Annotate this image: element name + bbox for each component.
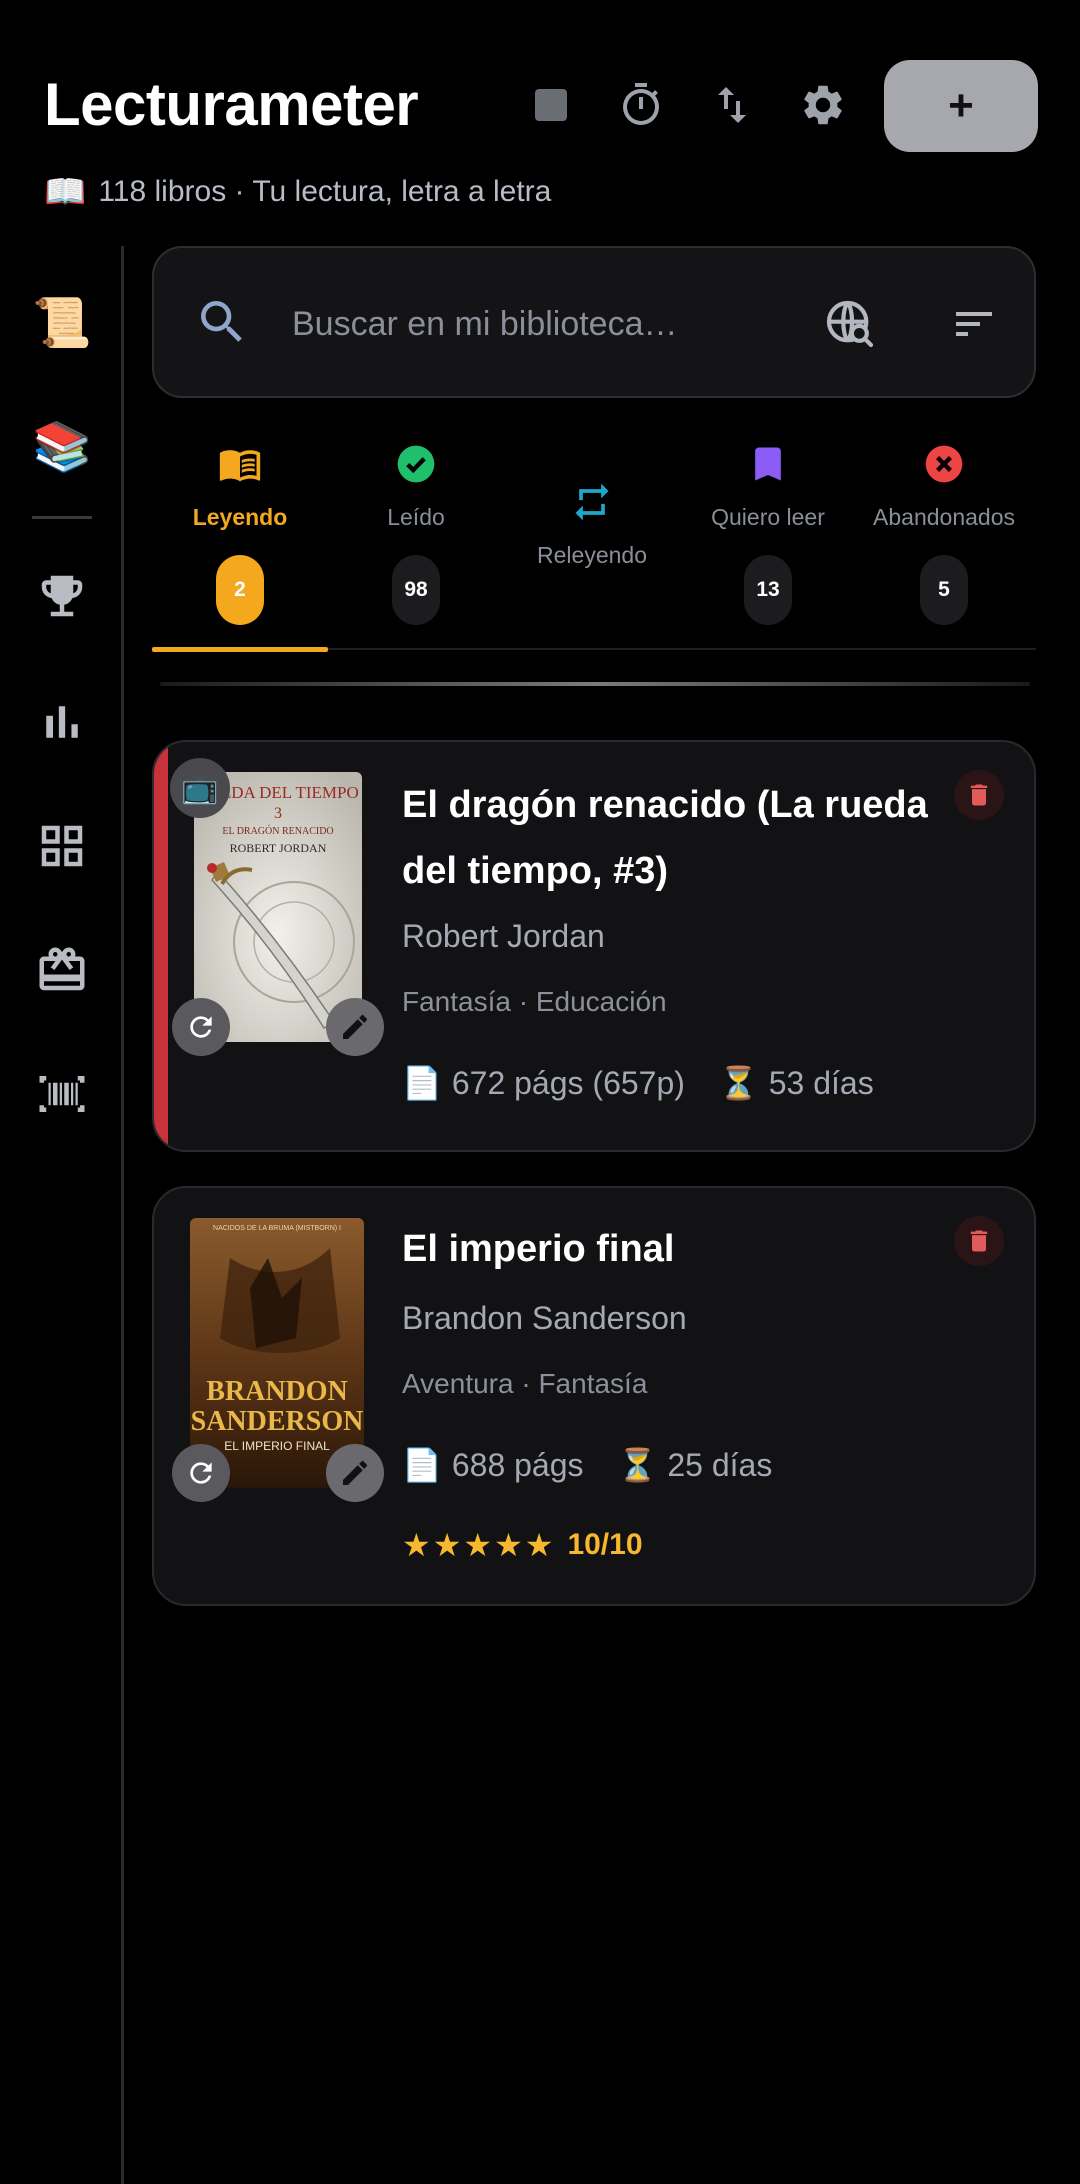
book-meta: 📄 672 págs (657p) ⏳ 53 días (402, 1064, 874, 1102)
tab-label: Leyendo (192, 504, 288, 530)
cover-author-last: SANDERSON (191, 1406, 364, 1437)
refresh-icon (190, 1016, 212, 1038)
repeat-icon (568, 478, 616, 526)
cover-title: EL IMPERIO FINAL (224, 1439, 330, 1453)
swap-vertical-icon[interactable] (703, 76, 761, 134)
tab-quiero-leer[interactable]: Quiero leer 13 (680, 432, 856, 650)
x-circle-icon (920, 440, 968, 488)
pages-info: 📄 672 págs (657p) (402, 1064, 685, 1102)
sidebar: 📜 📚 (0, 246, 124, 2184)
rating-score: 10/10 (567, 1528, 643, 1561)
refresh-icon (190, 1462, 212, 1484)
book-author: Robert Jordan (402, 918, 605, 954)
check-circle-icon (392, 440, 440, 488)
subtitle: 📖 118 libros · Tu lectura, letra a letra (44, 172, 551, 212)
edit-button[interactable] (326, 1444, 384, 1502)
days-text: 53 días (768, 1064, 874, 1101)
subtitle-text: 118 libros · Tu lectura, letra a letra (98, 175, 552, 208)
days-info: ⏳ 53 días (719, 1064, 874, 1102)
reread-button[interactable] (172, 998, 230, 1056)
star-icons: ★★★★★ (402, 1527, 556, 1563)
book-author: Brandon Sanderson (402, 1300, 687, 1336)
days-text: 25 días (667, 1446, 773, 1483)
book-card[interactable]: NACIDOS DE LA BRUMA (MISTBORN) I BRANDON… (152, 1186, 1036, 1606)
book-title: El imperio final (402, 1228, 675, 1270)
trash-icon (970, 1230, 988, 1252)
timer-icon[interactable] (612, 76, 670, 134)
delete-button[interactable] (954, 1216, 1004, 1266)
delete-button[interactable] (954, 770, 1004, 820)
tab-count-badge: 2 (216, 555, 264, 625)
book-title: El dragón renacido (La rueda del tiempo,… (402, 784, 928, 892)
tab-count-badge: 98 (392, 555, 440, 625)
tv-adaptation-badge[interactable]: 📺 (170, 758, 230, 818)
reread-button[interactable] (172, 1444, 230, 1502)
tab-leyendo[interactable]: Leyendo 2 (152, 432, 328, 652)
pages-text: 688 págs (451, 1446, 584, 1483)
trash-icon (970, 784, 988, 806)
open-book-icon: 📖 (44, 173, 87, 211)
edit-button[interactable] (326, 998, 384, 1056)
scroll-icon[interactable]: 📜 (32, 292, 92, 352)
search-input[interactable] (292, 298, 742, 350)
search-icon (194, 294, 250, 350)
loading-divider (160, 682, 1030, 686)
cover-author: ROBERT JORDAN (230, 841, 327, 855)
search-bar (152, 246, 1036, 398)
page-icon: 📄 (402, 1447, 442, 1483)
cover-series: NACIDOS DE LA BRUMA (MISTBORN) I (213, 1225, 341, 1232)
tab-label: Quiero leer (711, 504, 825, 530)
status-tabs: Leyendo 2 Leído 98 Releyendo Quiero leer… (152, 432, 1036, 652)
book-cover[interactable]: RUEDA DEL TIEMPO 3 EL DRAGÓN RENACIDO RO… (194, 772, 362, 1042)
barcode-icon[interactable] (32, 1064, 92, 1124)
card-accent-bar (154, 742, 168, 1150)
app-header: Lecturameter + 📖 118 libros · Tu lectura… (0, 0, 1080, 240)
gift-icon[interactable] (32, 940, 92, 1000)
bookmark-icon (744, 440, 792, 488)
tab-label: Leído (387, 504, 445, 530)
tab-leido[interactable]: Leído 98 (328, 432, 504, 650)
books-emoji: 📚 (32, 420, 92, 474)
app-title: Lecturameter (44, 71, 419, 138)
web-search-icon[interactable] (822, 296, 878, 352)
days-info: ⏳ 25 días (618, 1446, 773, 1484)
tab-label: Releyendo (537, 542, 647, 568)
sidebar-divider (32, 516, 92, 519)
tab-label: Abandonados (873, 504, 1015, 530)
books-icon[interactable]: 📚 (32, 416, 92, 476)
page-icon: 📄 (402, 1065, 442, 1101)
cover-subtitle: EL DRAGÓN RENACIDO (222, 825, 333, 837)
book-genres: Aventura · Fantasía (402, 1368, 648, 1399)
scroll-emoji: 📜 (32, 296, 92, 350)
add-book-button[interactable]: + (884, 60, 1038, 152)
stop-icon[interactable] (522, 76, 580, 134)
pages-info: 📄 688 págs (402, 1446, 584, 1484)
grid-icon[interactable] (32, 816, 92, 876)
pencil-icon (343, 1014, 368, 1039)
pages-text: 672 págs (657p) (451, 1064, 685, 1101)
tab-count-badge: 13 (744, 555, 792, 625)
tab-abandonados[interactable]: Abandonados 5 (856, 432, 1032, 650)
pencil-icon (343, 1460, 368, 1485)
cover-author-first: BRANDON (206, 1376, 348, 1407)
bar-chart-icon[interactable] (32, 692, 92, 752)
cover-number: 3 (274, 805, 282, 822)
book-rating: ★★★★★ 10/10 (402, 1526, 643, 1564)
sort-icon[interactable] (950, 300, 998, 348)
tab-releyendo[interactable]: Releyendo (504, 432, 680, 650)
gear-icon[interactable] (794, 76, 852, 134)
book-card[interactable]: RUEDA DEL TIEMPO 3 EL DRAGÓN RENACIDO RO… (152, 740, 1036, 1152)
active-tab-indicator (152, 647, 328, 652)
book-genres: Fantasía · Educación (402, 986, 667, 1017)
tab-count-badge: 5 (920, 555, 968, 625)
hourglass-icon: ⏳ (718, 1065, 759, 1101)
hourglass-icon: ⏳ (617, 1447, 658, 1483)
trophy-icon[interactable] (32, 566, 92, 626)
open-book-icon (216, 440, 264, 488)
book-meta: 📄 688 págs ⏳ 25 días (402, 1446, 772, 1484)
